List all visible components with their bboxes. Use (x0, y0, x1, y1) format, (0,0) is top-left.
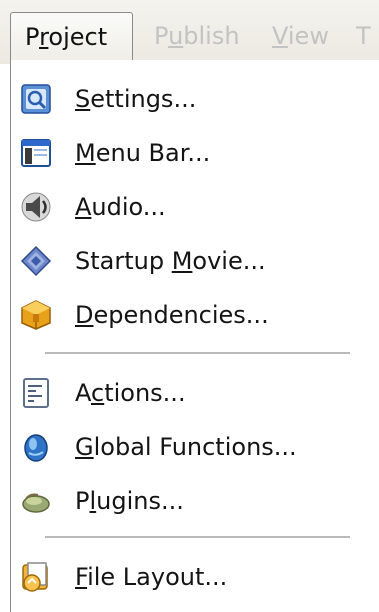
menu-item-settings[interactable]: Settings... (11, 72, 379, 126)
menu-item-global-functions[interactable]: Global Functions... (11, 420, 379, 474)
menu-item-file-layout[interactable]: File Layout... (11, 550, 379, 604)
settings-icon (20, 83, 52, 115)
menu-item-dependencies[interactable]: Dependencies... (11, 288, 379, 342)
menu-item-label: Actions... (75, 379, 186, 407)
menu-bar: Project Publish View T (0, 0, 379, 64)
menu-item-menu-bar[interactable]: Menu Bar... (11, 126, 379, 180)
menu-separator (45, 536, 350, 538)
menu-item-label: Startup Movie... (75, 247, 266, 275)
menu-item-label: Settings... (75, 85, 197, 113)
menu-bar-icon (20, 137, 52, 169)
globe-icon (20, 431, 52, 463)
menu-item-audio[interactable]: Audio... (11, 180, 379, 234)
package-icon (20, 299, 52, 331)
menu-project[interactable]: Project (10, 12, 133, 60)
plugin-icon (20, 485, 52, 517)
menu-publish[interactable]: Publish (140, 12, 254, 60)
menu-item-startup-movie[interactable]: Startup Movie... (11, 234, 379, 288)
menu-tools-partial[interactable]: T (350, 12, 377, 60)
menu-item-plugins[interactable]: Plugins... (11, 474, 379, 528)
startup-movie-icon (20, 245, 52, 277)
actions-icon (20, 377, 52, 409)
file-layout-icon (20, 561, 52, 593)
menu-item-actions[interactable]: Actions... (11, 366, 379, 420)
menu-item-label: Dependencies... (75, 301, 269, 329)
menu-item-label: File Layout... (75, 563, 228, 591)
menu-view[interactable]: View (258, 12, 343, 60)
speaker-icon (20, 191, 52, 223)
project-dropdown-menu: Settings... Menu Bar... Audio... Startup… (10, 60, 379, 612)
menu-item-label: Plugins... (75, 487, 184, 515)
menu-item-label: Global Functions... (75, 433, 297, 461)
menu-separator (45, 352, 350, 354)
menu-item-label: Menu Bar... (75, 139, 211, 167)
menu-item-label: Audio... (75, 193, 166, 221)
